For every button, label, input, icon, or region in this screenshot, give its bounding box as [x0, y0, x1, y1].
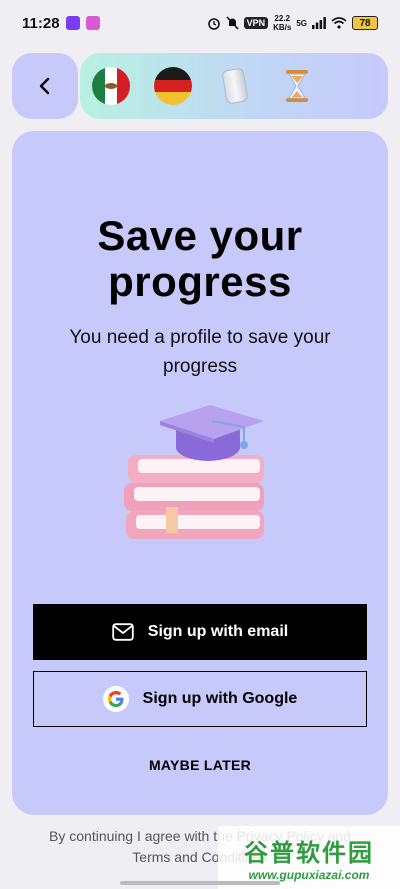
home-indicator[interactable] [120, 881, 280, 885]
watermark-url: www.gupuxiazai.com [248, 868, 370, 882]
network-speed-value: 22.2 [274, 14, 290, 23]
graduation-books-illustration [124, 405, 264, 539]
notification-app-icon [65, 16, 80, 30]
sign-up-email-label: Sign up with email [147, 623, 289, 640]
page-title: Save your progress [12, 213, 388, 305]
sign-up-email-button[interactable]: Sign up with email [33, 604, 367, 660]
google-icon [102, 686, 129, 712]
status-time: 11:28 [22, 14, 60, 32]
mexico-flag-icon [92, 67, 130, 105]
wifi-icon [331, 17, 347, 29]
status-right: VPN 22.2 KB/s 5G 78 [207, 14, 378, 32]
battery-indicator: 78 [352, 16, 378, 30]
alarm-icon [207, 18, 220, 30]
notification-app-icon [85, 16, 100, 30]
network-speed-unit: KB/s [273, 23, 292, 32]
title-line-2: progress [108, 258, 292, 305]
watermark: 谷普软件园 www.gupuxiazai.com [218, 826, 400, 889]
can-icon [216, 67, 254, 105]
mail-icon [112, 623, 134, 641]
status-bar: 11:28 VPN 22.2 KB/s 5G 78 [0, 0, 400, 46]
mute-icon [225, 16, 239, 30]
sign-up-google-button[interactable]: Sign up with Google [33, 671, 367, 727]
signal-icon [312, 17, 326, 29]
back-button[interactable] [12, 53, 78, 119]
signal-label: 5G [296, 18, 307, 28]
chevron-left-icon [39, 77, 50, 95]
course-progress-bar [80, 53, 388, 119]
germany-flag-icon [154, 67, 192, 105]
vpn-indicator: VPN [243, 17, 269, 29]
title-line-1: Save your [97, 212, 303, 259]
network-speed: 22.2 KB/s [273, 14, 291, 32]
hourglass-icon [278, 67, 316, 105]
save-progress-card: Save your progress You need a profile to… [12, 131, 388, 815]
status-left: 11:28 [22, 15, 100, 32]
sign-up-google-label: Sign up with Google [142, 690, 298, 707]
subtitle: You need a profile to save your progress [69, 327, 331, 377]
watermark-title: 谷普软件园 [244, 840, 374, 867]
maybe-later-button[interactable]: MAYBE LATER [12, 757, 388, 773]
